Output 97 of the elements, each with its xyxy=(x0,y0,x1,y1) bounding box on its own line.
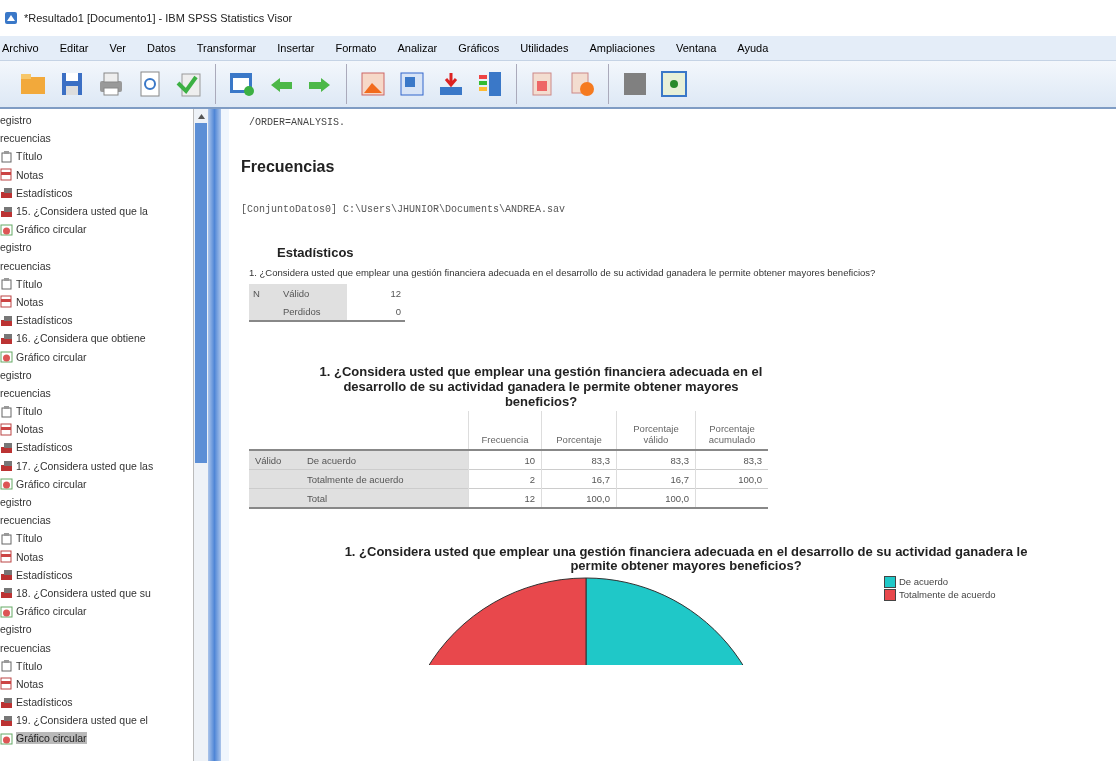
outline-item[interactable]: Estadísticos xyxy=(16,568,73,581)
table-cell: Válido xyxy=(279,284,347,302)
table-cell: N xyxy=(249,284,279,302)
column-header: Porcentaje válido xyxy=(616,411,696,450)
dot-in-square-icon[interactable] xyxy=(659,69,689,99)
table-icon xyxy=(0,568,13,582)
table-cell: Total xyxy=(301,488,469,508)
outline-item[interactable]: Gráfico circular xyxy=(16,477,87,490)
outline-item[interactable]: Gráfico circular xyxy=(16,732,87,745)
menu-item[interactable]: Ver xyxy=(109,42,126,54)
legend-label: De acuerdo xyxy=(899,576,949,587)
outline-item[interactable]: 18. ¿Considera usted que su xyxy=(16,586,151,599)
menu-item[interactable]: Datos xyxy=(146,42,176,54)
table-icon xyxy=(0,695,13,709)
outline-item[interactable]: Título xyxy=(16,532,43,545)
table-icon xyxy=(0,440,13,454)
menu-item[interactable]: Analizar xyxy=(397,42,438,54)
outline-item[interactable]: Notas xyxy=(16,677,44,690)
table-cell: 12 xyxy=(468,488,542,508)
menu-item[interactable]: Insertar xyxy=(277,42,315,54)
table-cell: 10 xyxy=(468,450,542,470)
column-header: Porcentaje acumulado xyxy=(695,411,768,450)
table-cell: 12 xyxy=(347,284,405,302)
outline-item[interactable]: recuencias xyxy=(0,132,51,145)
table-icon xyxy=(0,331,13,345)
table-icon xyxy=(0,586,13,600)
section-heading: Frecuencias xyxy=(241,158,336,176)
menu-item[interactable]: Editar xyxy=(59,42,89,54)
outline-item[interactable]: Notas xyxy=(16,295,44,308)
table-icon xyxy=(0,459,13,473)
table-caption: 1. ¿Considera usted que emplear una gestión financiera adecuada en el desarrollo de su actividad ganadera le permite obtener mayores beneficios? xyxy=(249,267,877,278)
legend-label: Totalmente de acuerdo xyxy=(899,589,996,600)
table-cell: 83,3 xyxy=(695,450,768,470)
table-cell: Válido xyxy=(249,450,301,470)
table-cell: 83,3 xyxy=(616,450,696,470)
table-cell: 100,0 xyxy=(541,488,617,508)
table-icon xyxy=(0,186,13,200)
outline-item[interactable]: 15. ¿Considera usted que la xyxy=(16,205,148,218)
outline-item[interactable]: Estadísticos xyxy=(16,441,73,454)
outline-item[interactable]: Notas xyxy=(16,423,44,436)
window-title: *Resultado1 [Documento1] - IBM SPSS Statistics Visor xyxy=(24,12,293,24)
column-header: Frecuencia xyxy=(468,411,542,450)
outline-item[interactable]: Gráfico circular xyxy=(16,223,87,236)
outline-item[interactable]: egistro xyxy=(0,496,32,509)
menu-item[interactable]: Gráficos xyxy=(458,42,500,54)
outline-item[interactable]: Estadísticos xyxy=(16,696,73,709)
outline-item[interactable]: recuencias xyxy=(0,259,51,272)
outline-item[interactable]: Título xyxy=(16,150,43,163)
table-cell: 16,7 xyxy=(541,469,617,489)
app-icon xyxy=(4,11,18,25)
outline-item[interactable]: Estadísticos xyxy=(16,314,73,327)
menu-item[interactable]: Ayuda xyxy=(737,42,769,54)
column-header: Porcentaje xyxy=(541,411,617,450)
dataset-path: [ConjuntoDatos0] C:\Users\JHUNIOR\Documents\ANDREA.sav xyxy=(241,204,567,215)
table-cell: 83,3 xyxy=(541,450,617,470)
table-icon xyxy=(0,713,13,727)
outline-item[interactable]: 17. ¿Considera usted que las xyxy=(16,459,154,472)
table-title: 1. ¿Considera usted que emplear una gestión financiera adecuada en el desarrollo de su actividad ganadera le permite obtener mayores beneficios? xyxy=(318,364,764,409)
outline-item[interactable]: Notas xyxy=(16,168,44,181)
outline-item[interactable]: Notas xyxy=(16,550,44,563)
table-cell: 16,7 xyxy=(616,469,696,489)
menu-item[interactable]: Utilidades xyxy=(520,42,569,54)
table-cell: 2 xyxy=(468,469,542,489)
table-icon xyxy=(0,204,13,218)
outline-item[interactable]: Título xyxy=(16,659,43,672)
outline-item[interactable]: Estadísticos xyxy=(16,186,73,199)
menu-item[interactable]: Formato xyxy=(335,42,377,54)
table-icon xyxy=(0,313,13,327)
outline-item[interactable]: egistro xyxy=(0,241,32,254)
chart-title: permite obtener mayores beneficios? xyxy=(569,559,803,573)
scrollbar[interactable] xyxy=(193,109,208,761)
outline-item[interactable]: Título xyxy=(16,405,43,418)
outline-item[interactable]: 16. ¿Considera que obtiene xyxy=(16,332,146,345)
table-title: Estadísticos xyxy=(277,245,355,260)
menu-item[interactable]: Ampliaciones xyxy=(589,42,655,54)
table-cell: Totalmente de acuerdo xyxy=(301,469,469,489)
outline-item[interactable]: Gráfico circular xyxy=(16,605,87,618)
outline-item[interactable]: recuencias xyxy=(0,386,51,399)
outline-item[interactable]: Gráfico circular xyxy=(16,350,87,363)
table-cell: 100,0 xyxy=(616,488,696,508)
menu-item[interactable]: Ventana xyxy=(675,42,717,54)
table-cell: De acuerdo xyxy=(301,450,469,470)
outline-item[interactable]: 19. ¿Considera usted que el xyxy=(16,714,148,727)
outline-item[interactable]: Título xyxy=(16,277,43,290)
scroll-up-icon[interactable] xyxy=(197,113,205,119)
syntax-text: /ORDER=ANALYSIS. xyxy=(249,117,346,128)
table-cell: 100,0 xyxy=(695,469,768,489)
outline-item[interactable]: recuencias xyxy=(0,641,51,654)
outline-item[interactable]: recuencias xyxy=(0,514,51,527)
menu-item[interactable]: Archivo xyxy=(2,42,39,54)
menu-item[interactable]: Transformar xyxy=(196,42,257,54)
chart-title: 1. ¿Considera usted que emplear una gestión financiera adecuada en el desarrollo de su actividad ganadera le xyxy=(343,545,1029,559)
outline-item[interactable]: egistro xyxy=(0,368,32,381)
outline-item[interactable]: egistro xyxy=(0,623,32,636)
table-cell: 0 xyxy=(347,302,405,321)
outline-item[interactable]: egistro xyxy=(0,114,32,127)
table-cell: Perdidos xyxy=(279,302,347,321)
